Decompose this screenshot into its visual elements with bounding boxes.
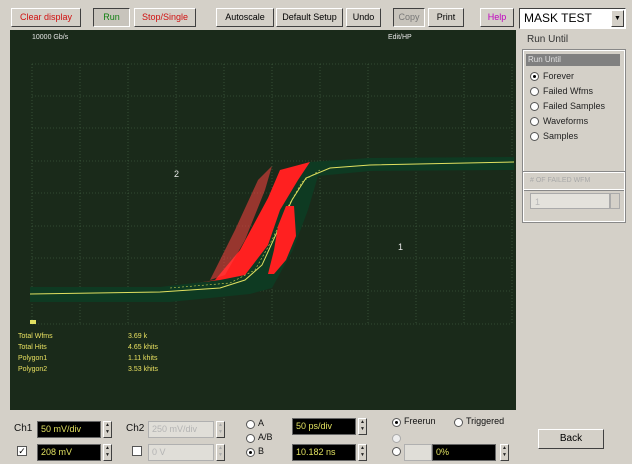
region-label-2: 2: [174, 169, 180, 179]
failed-count-field[interactable]: 1: [530, 193, 610, 209]
stat-value: 1.11 khits: [128, 355, 158, 362]
radio-label: Waveforms: [543, 116, 589, 126]
stop-single-button[interactable]: Stop/Single: [134, 8, 196, 27]
panel-title: Run Until: [527, 34, 569, 45]
trigger-level-field[interactable]: 0%: [432, 444, 496, 461]
ch1-offset-field[interactable]: 208 mV: [37, 444, 101, 461]
ch1-offset-spinner[interactable]: ▲ ▼: [103, 444, 112, 461]
help-button[interactable]: Help: [480, 8, 514, 27]
ch2-scale-spinner[interactable]: ▲ ▼: [216, 421, 225, 438]
autoscale-button[interactable]: Autoscale: [216, 8, 274, 27]
source-a-label: A: [258, 418, 265, 428]
radio-forever[interactable]: Forever: [530, 71, 574, 84]
ch2-offset-field[interactable]: 0 V: [148, 444, 214, 461]
delay-spinner[interactable]: ▲ ▼: [358, 444, 367, 461]
trigger-slope-radio[interactable]: [392, 434, 401, 443]
trigger-level-spinner[interactable]: ▲ ▼: [500, 444, 509, 461]
run-button[interactable]: Run: [93, 8, 130, 27]
undo-button[interactable]: Undo: [346, 8, 381, 27]
radio-waveforms[interactable]: Waveforms: [530, 116, 588, 129]
freerun-radio[interactable]: [392, 418, 401, 427]
ch1-scale-spinner[interactable]: ▲ ▼: [103, 421, 112, 438]
radio-selected-icon: [530, 72, 539, 82]
ch2-scale-field[interactable]: 250 mV/div: [148, 421, 214, 438]
trace-marker: [30, 320, 36, 324]
chevron-down-icon[interactable]: ▼: [611, 10, 624, 27]
failed-count-group: # OF FAILED WFM 1: [522, 171, 626, 223]
ch2-offset-spinner[interactable]: ▲ ▼: [216, 444, 225, 461]
scope-display[interactable]: 10000 Gb/s Edit/HP 2 1: [10, 30, 516, 410]
stat-value: 4.65 khits: [128, 344, 158, 351]
stat-value: 3.69 k: [128, 333, 148, 340]
radio-failed-samples[interactable]: Failed Samples: [530, 101, 605, 114]
radio-label: Failed Wfms: [543, 86, 594, 96]
copy-button[interactable]: Copy: [393, 8, 425, 27]
stat-label: Polygon2: [18, 366, 48, 373]
mask-name-readout: Edit/HP: [388, 34, 412, 41]
clear-display-button[interactable]: Clear display: [11, 8, 81, 27]
stat-label: Polygon1: [18, 355, 48, 362]
triggered-label: Triggered: [466, 416, 505, 426]
trigger-source-field[interactable]: [404, 444, 432, 461]
default-setup-button[interactable]: Default Setup: [276, 8, 343, 27]
radio-label: Samples: [543, 131, 579, 141]
failed-count-label: # OF FAILED WFM: [530, 177, 591, 184]
stat-value: 3.53 khits: [128, 366, 158, 373]
run-until-group: Run Until Forever Failed Wfms Failed Sam…: [522, 49, 626, 191]
ch2-enable-checkbox[interactable]: [132, 446, 142, 456]
print-button[interactable]: Print: [428, 8, 464, 27]
group-heading: Run Until: [526, 54, 620, 66]
radio-label: Forever: [543, 71, 575, 81]
freerun-label: Freerun: [404, 416, 436, 426]
source-b-label: B: [258, 446, 265, 456]
radio-failed-wfms[interactable]: Failed Wfms: [530, 86, 593, 99]
back-button[interactable]: Back: [538, 429, 604, 449]
timebase-spinner[interactable]: ▲ ▼: [358, 418, 367, 435]
timebase-field[interactable]: 50 ps/div: [292, 418, 356, 435]
stat-label: Total Wfms: [18, 333, 53, 340]
source-ab-radio[interactable]: [246, 434, 255, 443]
run-until-panel: Run Until Run Until Forever Failed Wfms …: [519, 30, 626, 410]
mode-select[interactable]: MASK TEST ▼: [519, 8, 626, 29]
ch1-scale-field[interactable]: 50 mV/div: [37, 421, 101, 438]
mode-select-value: MASK TEST: [524, 11, 592, 25]
radio-icon: [530, 132, 539, 142]
radio-icon: [530, 117, 539, 127]
source-b-radio[interactable]: [246, 448, 255, 457]
radio-samples[interactable]: Samples: [530, 131, 578, 144]
trigger-level-radio[interactable]: [392, 447, 401, 456]
ch1-enable-checkbox[interactable]: ✓: [17, 446, 27, 456]
bit-rate-readout: 10000 Gb/s: [32, 34, 69, 41]
triggered-radio[interactable]: [454, 418, 463, 427]
delay-field[interactable]: 10.182 ns: [292, 444, 356, 461]
ch2-label: Ch2: [126, 423, 145, 434]
waveform-plot: [29, 63, 515, 325]
stat-label: Total Hits: [18, 344, 47, 351]
source-ab-label: A/B: [258, 432, 273, 442]
spinner-icon[interactable]: [610, 193, 620, 209]
region-label-1: 1: [398, 242, 404, 252]
radio-icon: [530, 87, 539, 97]
ch1-label: Ch1: [14, 423, 33, 434]
source-a-radio[interactable]: [246, 420, 255, 429]
radio-label: Failed Samples: [543, 101, 606, 111]
radio-icon: [530, 102, 539, 112]
